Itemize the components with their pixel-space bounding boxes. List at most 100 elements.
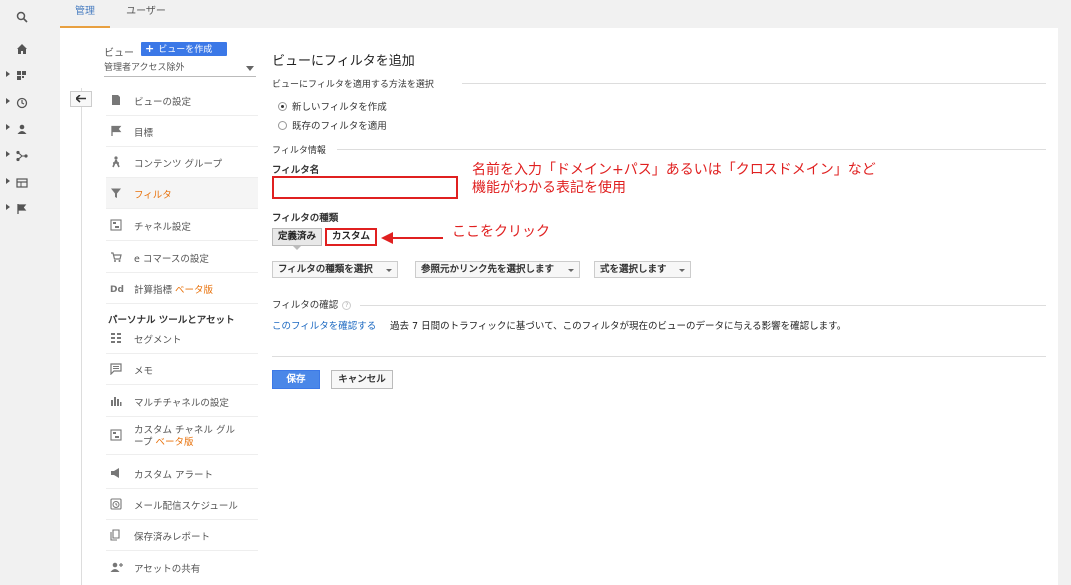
expression-select-value: 式を選択します [600, 264, 667, 275]
beta-badge: ベータ版 [155, 437, 194, 448]
create-view-label: ビューを作成 [158, 45, 213, 55]
sidebar-item-custom-channel-groups[interactable]: カスタム チャネル グル ープ ベータ版 [106, 417, 258, 455]
filter-verify-heading-text: フィルタの確認 [272, 300, 339, 311]
saved-report-icon [110, 529, 120, 541]
add-user-icon [110, 562, 123, 572]
sidebar-item-goals[interactable]: 目標 [106, 116, 258, 147]
channel-icon [110, 219, 122, 231]
filter-type-select[interactable]: フィルタの種類を選択 [272, 261, 398, 278]
bar-chart-icon [111, 397, 122, 406]
sidebar-item-scheduled-emails[interactable]: メール配信スケジュール [106, 489, 258, 520]
filter-info-heading: フィルタ情報 [272, 146, 326, 156]
sidebar-item-segments[interactable]: セグメント [106, 323, 258, 354]
source-destination-select[interactable]: 参照元かリンク先を選択します [415, 261, 580, 278]
divider [360, 305, 1046, 306]
sidebar-item-label: 保存済みレポート [134, 532, 211, 543]
sidebar-item-asset-sharing[interactable]: アセットの共有 [106, 552, 258, 583]
radio-selected-icon [278, 102, 287, 111]
cart-icon [111, 252, 122, 262]
sidebar-item-calculated-metrics[interactable]: Dd 計算指標 ベータ版 [106, 273, 258, 304]
radio-existing-filter[interactable]: 既存のフィルタを適用 [278, 118, 387, 132]
sidebar-item-label: e コマースの設定 [134, 254, 209, 265]
beta-badge: ベータ版 [175, 285, 214, 296]
sidebar-item-ecommerce-settings[interactable]: e コマースの設定 [106, 242, 258, 273]
filter-type-custom-button[interactable]: カスタム [325, 228, 378, 246]
filter-name-input[interactable] [272, 176, 458, 199]
channel-icon [110, 429, 122, 441]
sidebar-item-label: メモ [134, 366, 154, 377]
filter-type-label: フィルタの種類 [272, 213, 339, 224]
divider [462, 83, 1046, 84]
tab-admin[interactable]: 管理 [60, 0, 110, 28]
sidebar-item-filters[interactable]: フィルタ [106, 178, 258, 209]
chevron-down-icon [679, 269, 685, 272]
sidebar-item-label-wrap: カスタム チャネル グル ープ ベータ版 [134, 425, 235, 449]
sidebar-item-label: アセットの共有 [134, 564, 201, 575]
svg-text:Dd: Dd [110, 285, 124, 294]
view-select[interactable]: 管理者アクセス除外 [104, 61, 256, 77]
top-tabs: 管理 ユーザー [60, 0, 1071, 28]
segment-icon [111, 333, 121, 343]
help-icon[interactable]: ? [342, 301, 352, 310]
cancel-button[interactable]: キャンセル [331, 370, 393, 389]
behavior-icon[interactable] [0, 174, 40, 192]
sidebar-item-label: 計算指標 [134, 285, 176, 296]
tab-user[interactable]: ユーザー [116, 0, 176, 28]
dashboard-icon[interactable] [0, 67, 40, 85]
admin-panel: ビュー + ビューを作成 管理者アクセス除外 ビューの設定 目標 コンテンツ グル… [60, 28, 1058, 585]
filter-icon [111, 188, 121, 198]
filter-verify-heading: フィルタの確認? [272, 297, 352, 311]
flag-icon[interactable] [0, 200, 40, 218]
chevron-down-icon [568, 269, 574, 272]
clock-icon[interactable] [0, 94, 40, 112]
filter-type-predefined-button[interactable]: 定義済み [272, 228, 323, 246]
sidebar-item-label: マルチチャネルの設定 [134, 398, 229, 409]
note-icon [110, 363, 122, 375]
annotation-arrow-icon [381, 232, 443, 244]
flag-icon [111, 125, 122, 136]
save-button[interactable]: 保存 [272, 370, 320, 389]
sidebar-item-content-groups[interactable]: コンテンツ グループ [106, 147, 258, 178]
sidebar-item-label: セグメント [134, 335, 182, 346]
filter-name-label: フィルタ名 [272, 165, 320, 176]
home-icon[interactable] [0, 40, 40, 58]
click-annotation: ここをクリック [452, 224, 550, 240]
view-select-value: 管理者アクセス除外 [104, 63, 185, 73]
sidebar-item-label: チャネル設定 [134, 222, 191, 233]
sidebar-item-multichannel-settings[interactable]: マルチチャネルの設定 [106, 386, 258, 417]
sidebar-item-label-line2: ープ [134, 437, 156, 448]
person-icon[interactable] [0, 120, 40, 138]
sidebar-item-notes[interactable]: メモ [106, 354, 258, 385]
sidebar-item-view-settings[interactable]: ビューの設定 [106, 85, 258, 116]
sidebar-item-channel-settings[interactable]: チャネル設定 [106, 210, 258, 241]
sidebar-item-label: ビューの設定 [134, 97, 192, 108]
divider [272, 356, 1046, 357]
radio-new-filter-label: 新しいフィルタを作成 [292, 102, 387, 113]
sidebar-item-label: フィルタ [134, 190, 172, 201]
back-arrow-icon [76, 95, 86, 103]
sidebar-item-label: カスタム チャネル グル [134, 425, 235, 436]
expression-select[interactable]: 式を選択します [594, 261, 691, 278]
name-annotation: 名前を入力「ドメイン+パス」あるいは「クロスドメイン」など 機能がわかる表記を使用 [472, 161, 876, 197]
sidebar-item-label: 目標 [134, 128, 154, 139]
acquisition-icon[interactable] [0, 147, 40, 165]
sidebar-item-label-wrap: 計算指標 ベータ版 [134, 282, 213, 296]
source-destination-select-value: 参照元かリンク先を選択します [421, 264, 555, 275]
verify-filter-link[interactable]: このフィルタを確認する [272, 318, 376, 332]
verify-filter-description: 過去 7 日間のトラフィックに基づいて、このフィルタが現在のビューのデータに与え… [390, 321, 847, 332]
back-button[interactable] [70, 91, 92, 107]
sidebar-item-saved-reports[interactable]: 保存済みレポート [106, 520, 258, 551]
document-icon [112, 95, 120, 105]
filter-type-select-value: フィルタの種類を選択 [278, 264, 373, 275]
radio-new-filter[interactable]: 新しいフィルタを作成 [278, 99, 387, 113]
sidebar-item-custom-alerts[interactable]: カスタム アラート [106, 458, 258, 489]
radio-existing-filter-label: 既存のフィルタを適用 [292, 121, 387, 132]
name-annotation-line2: 機能がわかる表記を使用 [472, 180, 626, 196]
segment-pointer [293, 246, 301, 250]
megaphone-icon [111, 468, 119, 478]
search-icon[interactable] [0, 8, 40, 26]
divider [337, 149, 1046, 150]
create-view-button[interactable]: + ビューを作成 [141, 42, 227, 56]
dd-icon: Dd [110, 285, 124, 294]
radio-unselected-icon [278, 121, 287, 130]
